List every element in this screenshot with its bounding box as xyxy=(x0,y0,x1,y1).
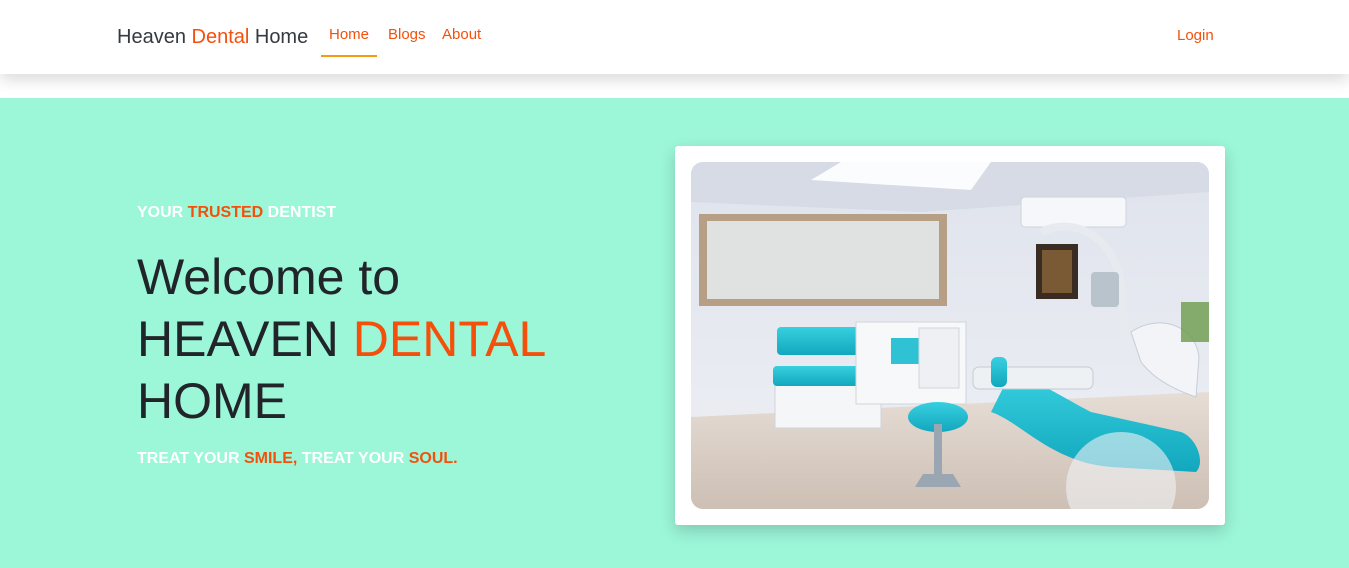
brand-logo[interactable]: Heaven Dental Home xyxy=(117,26,308,49)
headline-line-3: HOME xyxy=(137,373,287,429)
hero-image-card xyxy=(675,146,1225,525)
subline-accent-2: SOUL. xyxy=(408,450,458,467)
subline-text-1: TREAT YOUR xyxy=(137,450,244,467)
nav-link-about[interactable]: About xyxy=(442,26,481,43)
brand-text-accent: Dental xyxy=(191,26,250,48)
headline-line-1: Welcome to xyxy=(137,249,401,305)
hero-headline: Welcome to HEAVEN DENTAL HOME xyxy=(137,246,597,432)
subline-text-3: TREAT YOUR xyxy=(297,450,409,467)
brand-text-3: Home xyxy=(249,26,309,48)
nav-link-home[interactable]: Home xyxy=(320,26,378,57)
tagline-text-1: YOUR xyxy=(137,204,188,221)
hero-section: YOUR TRUSTED DENTIST Welcome to HEAVEN D… xyxy=(0,98,1349,568)
tagline-text-3: DENTIST xyxy=(263,204,337,221)
hero-tagline: YOUR TRUSTED DENTIST xyxy=(137,204,336,222)
nav-link-blogs[interactable]: Blogs xyxy=(388,26,426,43)
headline-accent: DENTAL xyxy=(352,311,547,367)
navbar-spacer xyxy=(0,74,1349,98)
brand-text-1: Heaven xyxy=(117,26,192,48)
tagline-accent: TRUSTED xyxy=(187,204,264,221)
headline-line-2a: HEAVEN xyxy=(137,311,353,367)
hero-subline: TREAT YOUR SMILE, TREAT YOUR SOUL. xyxy=(137,450,458,468)
top-navbar: Heaven Dental Home Home Blogs About Logi… xyxy=(0,0,1349,74)
login-link[interactable]: Login xyxy=(1177,27,1214,44)
subline-accent-1: SMILE, xyxy=(243,450,298,467)
dental-clinic-photo xyxy=(691,162,1209,509)
